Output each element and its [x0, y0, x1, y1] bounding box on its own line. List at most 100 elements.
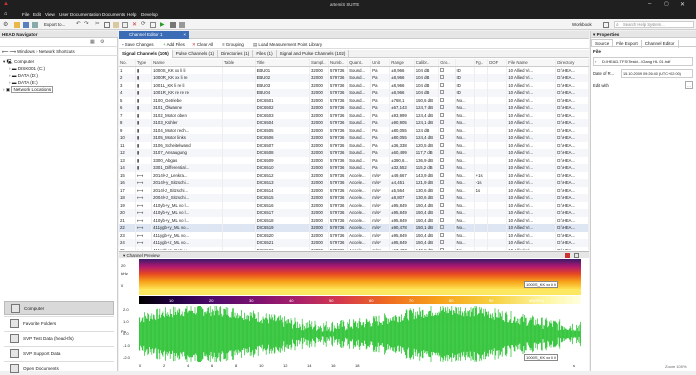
nav-svp-test-data[interactable]: SVP Test Data (head-tfs)	[4, 331, 114, 345]
table-row[interactable]: 2 ▮ 1000R_KK xx li re EBU02 32000 579736 Sound…	[119, 74, 589, 82]
edit-with-button[interactable]: …	[685, 81, 693, 89]
row-checkbox[interactable]	[440, 165, 445, 170]
close-icon[interactable]: ✕	[680, 1, 685, 8]
row-checkbox[interactable]	[440, 210, 445, 215]
column-header[interactable]: Gro..	[438, 59, 456, 67]
preview-color-icon[interactable]	[565, 253, 570, 258]
workbook-button[interactable]: Workbook	[572, 22, 592, 27]
play-icon[interactable]: ▶	[160, 21, 165, 28]
table-icon[interactable]	[170, 22, 176, 28]
subtab-pulse-channels[interactable]: Pulse Channels (1)	[173, 50, 219, 58]
column-header[interactable]: Directory	[555, 59, 589, 67]
column-header[interactable]: DOF	[487, 59, 508, 67]
column-header[interactable]: Fg..	[474, 59, 489, 67]
grid-icon[interactable]	[122, 22, 128, 28]
tree-item-disk-c[interactable]: › ▬ DISK001 (C:)	[3, 65, 115, 72]
table-row[interactable]: 10 ▮ 3105_Motor links DIC6506 32000 579736 Sou…	[119, 134, 589, 142]
close-tab-icon[interactable]: ×	[183, 31, 186, 39]
menu-edit[interactable]: Edit	[33, 12, 41, 17]
table-row[interactable]: 9 ▮ 3104_Motor rech... DIC6505 32000 579736 So…	[119, 126, 589, 134]
row-checkbox[interactable]	[440, 187, 445, 192]
row-checkbox[interactable]	[440, 157, 445, 162]
row-checkbox[interactable]	[440, 75, 445, 80]
table-row[interactable]: 22 ⟷ 411ygb+y_ML vo... DIC6519 32000 579736 Ac…	[119, 224, 589, 232]
workbook-layout-icon[interactable]	[603, 22, 609, 28]
menu-file[interactable]: File	[22, 12, 29, 17]
home-icon[interactable]: ⌂	[4, 11, 7, 17]
tab-channel-editor-props[interactable]: Channel Editor	[642, 40, 679, 48]
cut-icon[interactable]: ✂	[95, 21, 100, 27]
nav-settings-icon[interactable]: ⚙	[100, 39, 104, 45]
row-checkbox[interactable]	[440, 240, 445, 245]
row-checkbox[interactable]	[440, 112, 445, 117]
subtab-signal-pulse-channels[interactable]: Signal and Pulse Channels (102)	[277, 50, 350, 58]
column-header[interactable]: Range	[389, 59, 415, 67]
table-row[interactable]: 11 ▮ 3106_Scheitelwand DIC6507 32000 579736 So…	[119, 141, 589, 149]
table-row[interactable]: 4 ▮ 1001R_KK re re re EBU04 32000 579736 Sound…	[119, 89, 589, 97]
table-row[interactable]: 17 ⟷ 2014l-z_Sitzschi... DIC6514 32000 579736…	[119, 186, 589, 194]
subtab-files[interactable]: Files (1)	[253, 50, 277, 58]
table-row[interactable]: 3 ▮ 1001L_KK li re li EBU03 32000 579736 Sound…	[119, 81, 589, 89]
subtab-directories[interactable]: Directories (1)	[218, 50, 254, 58]
save-icon[interactable]	[23, 22, 29, 28]
menu-help[interactable]: Help	[127, 12, 136, 17]
row-checkbox[interactable]	[440, 90, 445, 95]
help-search-input[interactable]: ⌕ Search Help System...	[614, 21, 694, 28]
table-row[interactable]: 24 ⟷ 411ygb+z_ML vo... DIC6521 32000 579736 Ac…	[119, 239, 589, 247]
preview-options-icon[interactable]	[574, 253, 579, 258]
table-row[interactable]: 8 ▮ 3103_Kühler DIC6504 32000 579736 Sound... P…	[119, 119, 589, 127]
window-icon[interactable]	[150, 22, 156, 28]
table-row[interactable]: 5 ▮ 3100_Getriebe DIC6501 32000 579736 Sound..…	[119, 96, 589, 104]
table-row[interactable]: 18 ⟷ 2004l+z_Sitzschi... DIC6515 32000 579736…	[119, 194, 589, 202]
table-row[interactable]: 7 ▮ 3102_Motor oben DIC6503 32000 579736 Sound…	[119, 111, 589, 119]
subtab-signal-channels[interactable]: Signal Channels (105)	[119, 50, 173, 58]
back-icon[interactable]: ⟵ ⟶	[2, 49, 16, 54]
nav-svp-support-data[interactable]: SVP Support Data	[4, 346, 114, 360]
save-changes-button[interactable]: ▪ Save Changes	[122, 40, 154, 49]
column-header[interactable]: Calibr..	[414, 59, 440, 67]
tab-file-export[interactable]: File Export	[613, 40, 642, 48]
nav-favorite-folders[interactable]: Favorite Folders	[4, 316, 114, 330]
tree-item-computer[interactable]: ▾ 🖳 Computer	[3, 58, 115, 65]
column-header[interactable]: Sampl..	[309, 59, 330, 67]
tree-item-data-d[interactable]: › ▬ DATA (D:)	[3, 72, 115, 79]
clear-all-button[interactable]: ✕ Clear All	[192, 40, 213, 49]
table-row[interactable]: 1 ▮ 1000S_KK xx li li EBU01 32000 579736 Sound…	[119, 66, 589, 74]
copy-icon[interactable]	[104, 22, 110, 28]
nav-open-documents[interactable]: Open Documents	[4, 361, 114, 375]
menu-view[interactable]: View	[45, 12, 55, 17]
open-folder-icon[interactable]	[14, 22, 20, 28]
row-checkbox[interactable]	[440, 225, 445, 230]
menu-develop[interactable]: Develop	[141, 12, 158, 17]
table-row[interactable]: 23 ⟷ 411ygb+y_ML vo... DIC6520 32000 579736 Ac…	[119, 231, 589, 239]
refresh-icon[interactable]: ⟳	[141, 21, 146, 27]
table-row[interactable]: 16 ⟷ 2014l+y_Sitzschi... DIC6513 32000 579736…	[119, 179, 589, 187]
tab-source[interactable]: Source	[591, 39, 614, 47]
column-header[interactable]: Quant..	[347, 59, 372, 67]
breadcrumb-network-shortcuts[interactable]: Network Shortcuts	[39, 49, 75, 54]
row-checkbox[interactable]	[440, 247, 445, 250]
table-row[interactable]: 6 ▮ 3101_Ölwanne DIC6502 32000 579736 Sound...…	[119, 104, 589, 112]
row-checkbox[interactable]	[440, 217, 445, 222]
column-header[interactable]	[455, 59, 475, 67]
row-checkbox[interactable]	[440, 172, 445, 177]
menu-documents[interactable]: Documents	[102, 12, 125, 17]
file-path-field[interactable]: › D:\HEAD-TFS\Testd...\Gang HL 01.hdf	[593, 57, 693, 66]
load-measurement-button[interactable]: ▤ Load Measurement Point Library	[253, 40, 322, 49]
column-header[interactable]: Numb..	[328, 59, 349, 67]
menu-user-documentation[interactable]: User Documentation	[59, 12, 101, 17]
row-checkbox[interactable]	[440, 180, 445, 185]
column-header[interactable]: File Name	[506, 59, 557, 67]
breadcrumb-windows[interactable]: Windows	[17, 49, 35, 54]
maximize-icon[interactable]: ▢	[664, 1, 669, 7]
row-checkbox[interactable]	[440, 82, 445, 87]
table-row[interactable]: 15 ⟷ 2014l+z_Lenkra... DIC6512 32000 579736 Ac…	[119, 171, 589, 179]
column-header[interactable]: Type	[135, 59, 153, 67]
table-row[interactable]: 14 ▮ 3301_Differential... DIC6510 32000 57973…	[119, 164, 589, 172]
export-button[interactable]: Export to...	[44, 22, 65, 27]
table-row[interactable]: 21 ⟷ 410yb+y_ML vo l... DIC6518 32000 579736 A…	[119, 216, 589, 224]
table-row[interactable]: 13 ▮ 3300_Abgas DIC6509 32000 579736 Sound... P…	[119, 156, 589, 164]
grouping-button[interactable]: ≡ Grouping	[222, 40, 244, 49]
column-header[interactable]: Title	[255, 59, 310, 67]
row-checkbox[interactable]	[440, 232, 445, 237]
